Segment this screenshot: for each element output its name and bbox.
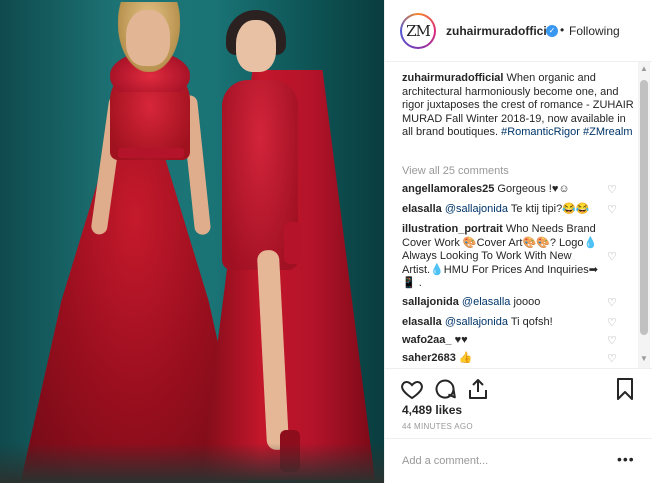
scrollbar-thumb[interactable] — [640, 80, 648, 335]
comment-item: angellamorales25 Gorgeous !♥☺ — [402, 183, 612, 197]
comment-username[interactable]: elasalla — [402, 203, 442, 215]
like-comment-heart-icon[interactable]: ♡ — [607, 336, 618, 347]
like-comment-heart-icon[interactable]: ♡ — [607, 205, 618, 216]
like-comment-heart-icon[interactable]: ♡ — [607, 298, 618, 309]
caption-hashtags[interactable]: #RomanticRigor #ZMrealm — [501, 126, 632, 138]
comment-text: joooo — [513, 296, 541, 308]
model-right-face — [236, 20, 276, 72]
comment-text: Te ktij tipi?😂😂 — [510, 203, 590, 215]
comment-username[interactable]: illustration_portrait — [402, 223, 503, 235]
comment-item: saher2683 👍 — [402, 352, 612, 366]
comment-username[interactable]: sallajonida — [402, 296, 459, 308]
comment-text: Gorgeous !♥☺ — [497, 183, 570, 195]
like-heart-icon[interactable] — [400, 377, 424, 401]
post-header: ZM zuhairmuradofficial ✓ • Following — [385, 0, 652, 62]
model-left-belt — [118, 148, 184, 158]
post-side-panel: ZM zuhairmuradofficial ✓ • Following zuh… — [384, 0, 652, 483]
view-all-comments-link[interactable]: View all 25 comments — [402, 165, 509, 177]
header-username[interactable]: zuhairmuradofficial — [446, 24, 557, 38]
like-comment-heart-icon[interactable]: ♡ — [607, 354, 618, 365]
avatar[interactable]: ZM — [400, 13, 436, 49]
comment-item: wafo2aa_ ♥♥ — [402, 334, 612, 348]
model-right-glove — [284, 222, 302, 264]
scroll-up-arrow-icon[interactable]: ▲ — [640, 64, 648, 73]
post-photo[interactable] — [0, 0, 384, 483]
bookmark-icon[interactable] — [613, 377, 637, 401]
share-upload-icon[interactable] — [466, 377, 490, 401]
header-separator: • — [560, 23, 565, 37]
photo-floor — [0, 443, 384, 483]
comment-mention[interactable]: @sallajonida — [445, 203, 508, 215]
verified-badge-icon: ✓ — [546, 25, 558, 37]
like-comment-heart-icon[interactable]: ♡ — [607, 252, 618, 263]
comment-item: elasalla @sallajonida Te ktij tipi?😂😂 — [402, 203, 612, 217]
comments-list[interactable]: zuhairmuradofficial When organic and arc… — [385, 62, 652, 368]
comment-username[interactable]: saher2683 — [402, 352, 456, 364]
model-left-face — [126, 10, 170, 66]
comment-username[interactable]: elasalla — [402, 316, 442, 328]
like-comment-heart-icon[interactable]: ♡ — [607, 318, 618, 329]
comment-item: sallajonida @elasalla joooo — [402, 296, 612, 310]
comment-mention[interactable]: @sallajonida — [445, 316, 508, 328]
likes-count[interactable]: 4,489 likes — [402, 403, 462, 417]
comments-scrollbar[interactable]: ▲ ▼ — [638, 62, 650, 368]
caption-username[interactable]: zuhairmuradofficial — [402, 72, 503, 84]
comment-bubble-icon[interactable] — [433, 377, 457, 401]
comment-mention[interactable]: @elasalla — [462, 296, 510, 308]
comment-item: elasalla @sallajonida Ti qofsh! — [402, 316, 612, 330]
scroll-down-arrow-icon[interactable]: ▼ — [640, 354, 648, 363]
like-comment-heart-icon[interactable]: ♡ — [607, 185, 618, 196]
post-caption: zuhairmuradofficial When organic and arc… — [402, 72, 634, 140]
more-options-icon[interactable]: ••• — [617, 451, 635, 467]
comment-text: ♥♥ — [454, 334, 468, 346]
add-comment-bar: ••• — [385, 438, 652, 483]
post-timestamp: 44 MINUTES AGO — [402, 422, 473, 431]
comment-username[interactable]: angellamorales25 — [402, 183, 494, 195]
post-actions — [385, 368, 652, 408]
avatar-logo: ZM — [402, 15, 434, 47]
following-button[interactable]: Following — [569, 24, 620, 38]
comment-item: illustration_portrait Who Needs Brand Co… — [402, 223, 602, 291]
comment-text: Ti qofsh! — [510, 316, 553, 328]
comment-text: 👍 — [458, 352, 473, 364]
add-comment-input[interactable] — [402, 452, 602, 470]
comment-username[interactable]: wafo2aa_ — [402, 334, 452, 346]
